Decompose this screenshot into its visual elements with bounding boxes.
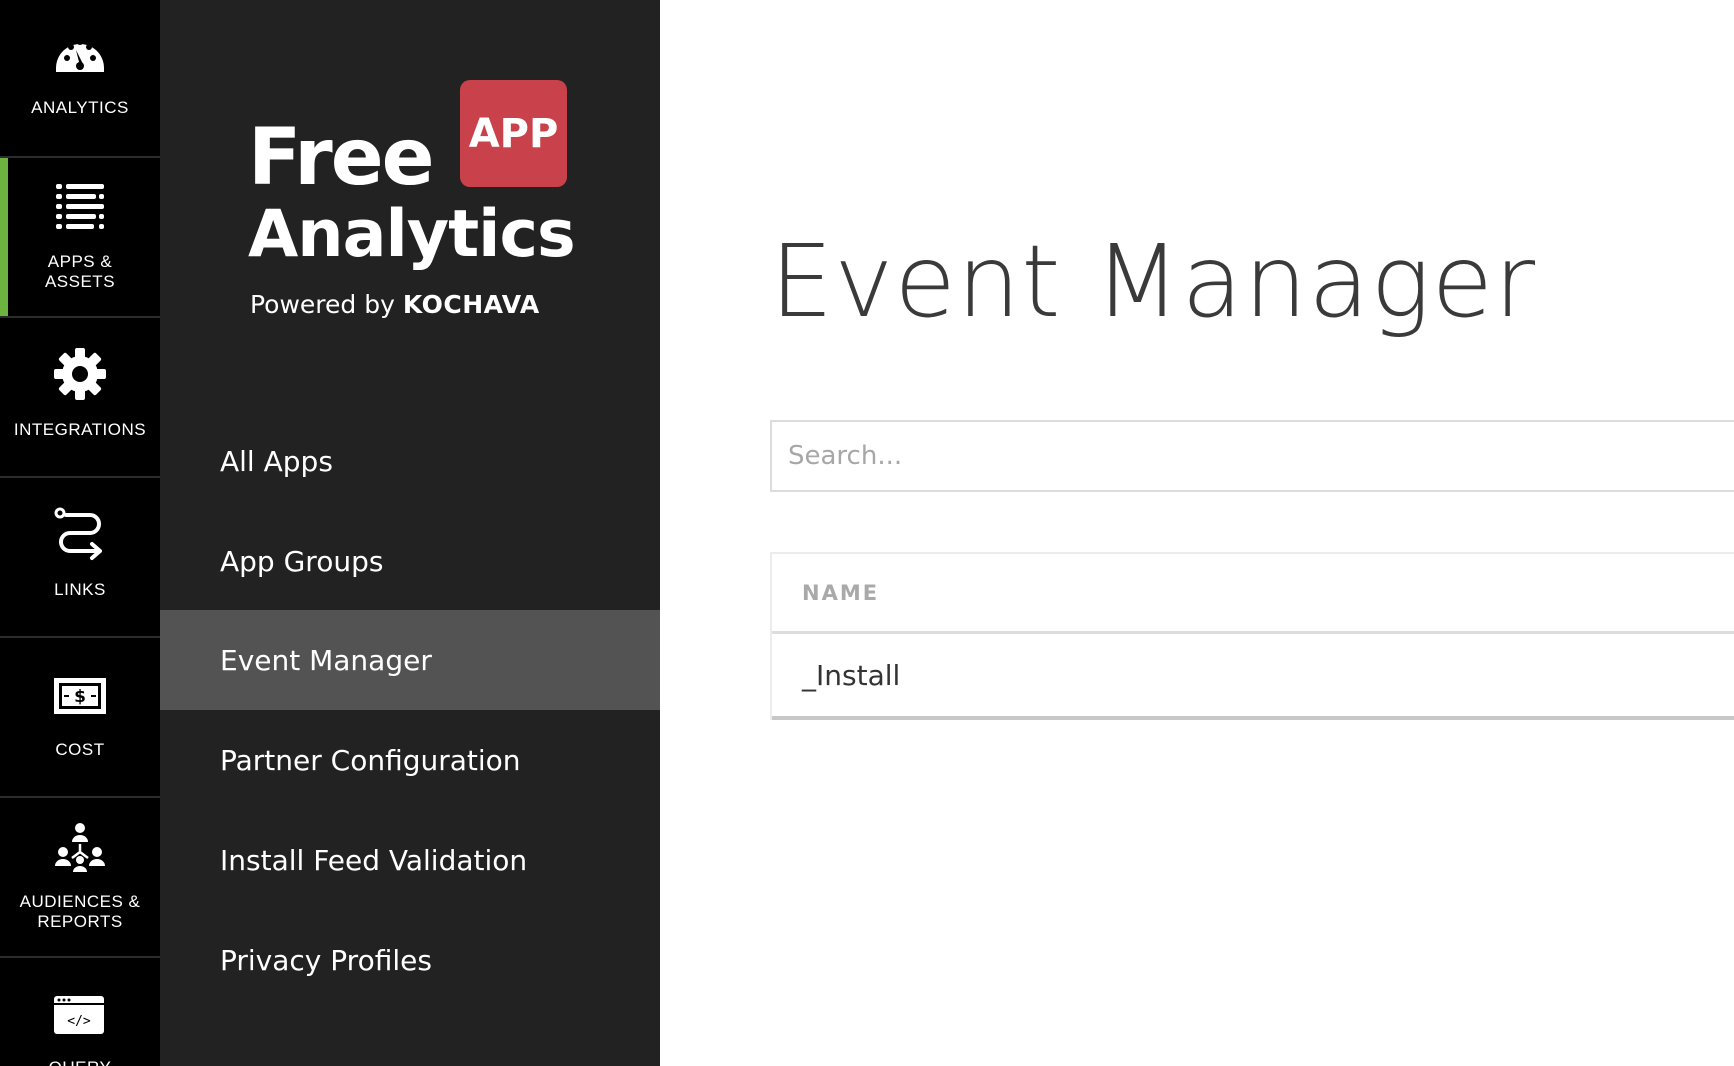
rail-label-cost: COST xyxy=(55,740,105,759)
nav-item-privacy-profiles[interactable]: Privacy Profiles xyxy=(160,910,660,1010)
nav-item-app-groups[interactable]: App Groups xyxy=(160,511,660,611)
svg-text:</>: </> xyxy=(67,1014,91,1029)
rail-item-integrations[interactable]: INTEGRATIONS xyxy=(0,318,160,478)
nav-item-event-manager[interactable]: Event Manager xyxy=(160,610,660,710)
people-hierarchy-icon xyxy=(55,823,105,872)
code-window-icon: </> xyxy=(54,996,104,1034)
table-cell-name: _Install xyxy=(802,658,901,692)
logo-analytics-text: Analytics xyxy=(248,197,576,272)
dollar-bill-icon: $ xyxy=(54,678,106,714)
rail-label-analytics: ANALYTICS xyxy=(31,98,129,117)
section-nav-panel: Free APP Analytics Powered by KOCHAVA Al… xyxy=(160,0,660,1066)
search-box[interactable] xyxy=(770,420,1734,492)
events-table: NAME _Install xyxy=(770,552,1734,720)
rail-item-links[interactable]: LINKS xyxy=(0,478,160,638)
rail-item-analytics[interactable]: ANALYTICS xyxy=(0,0,160,158)
logo-free-text: Free xyxy=(248,113,435,203)
list-icon xyxy=(56,184,104,229)
rail-item-audiences-reports[interactable]: AUDIENCES & REPORTS xyxy=(0,798,160,958)
rail-label-audiences-reports: AUDIENCES & REPORTS xyxy=(19,892,141,931)
rail-label-links: LINKS xyxy=(54,580,106,599)
free-app-analytics-logo[interactable]: Free APP Analytics Powered by KOCHAVA xyxy=(248,78,578,328)
logo-powered-by-text: Powered by xyxy=(250,290,395,319)
gear-icon xyxy=(54,348,106,400)
rail-label-integrations: INTEGRATIONS xyxy=(13,420,147,439)
logo-brand-kochava: KOCHAVA xyxy=(402,290,540,319)
logo-powered-by: Powered by KOCHAVA xyxy=(250,290,540,319)
rail-item-apps-assets[interactable]: APPS & ASSETS xyxy=(0,158,160,318)
table-row[interactable]: _Install xyxy=(772,634,1734,720)
rail-item-cost[interactable]: $ COST xyxy=(0,638,160,798)
rail-label-query: QUERY xyxy=(0,1058,160,1066)
rail-item-query[interactable]: </> QUERY xyxy=(0,958,160,1066)
nav-item-partner-configuration[interactable]: Partner Configuration xyxy=(160,710,660,810)
main-content: Event Manager NAME _Install xyxy=(660,0,1734,1066)
search-input[interactable] xyxy=(772,422,1734,490)
column-header-name[interactable]: NAME xyxy=(772,554,1734,634)
icon-rail: ANALYTICS APPS & ASSETS INTEGRATIONS LIN… xyxy=(0,0,160,1066)
nav-item-install-feed-validation[interactable]: Install Feed Validation xyxy=(160,810,660,910)
page-title: Event Manager xyxy=(770,223,1537,340)
svg-text:$: $ xyxy=(74,687,86,707)
rail-label-apps-assets: APPS & ASSETS xyxy=(44,252,116,291)
nav-item-all-apps[interactable]: All Apps xyxy=(160,411,660,511)
logo-app-badge: APP xyxy=(460,80,567,187)
link-path-icon xyxy=(54,507,102,560)
speedometer-icon xyxy=(56,39,104,72)
